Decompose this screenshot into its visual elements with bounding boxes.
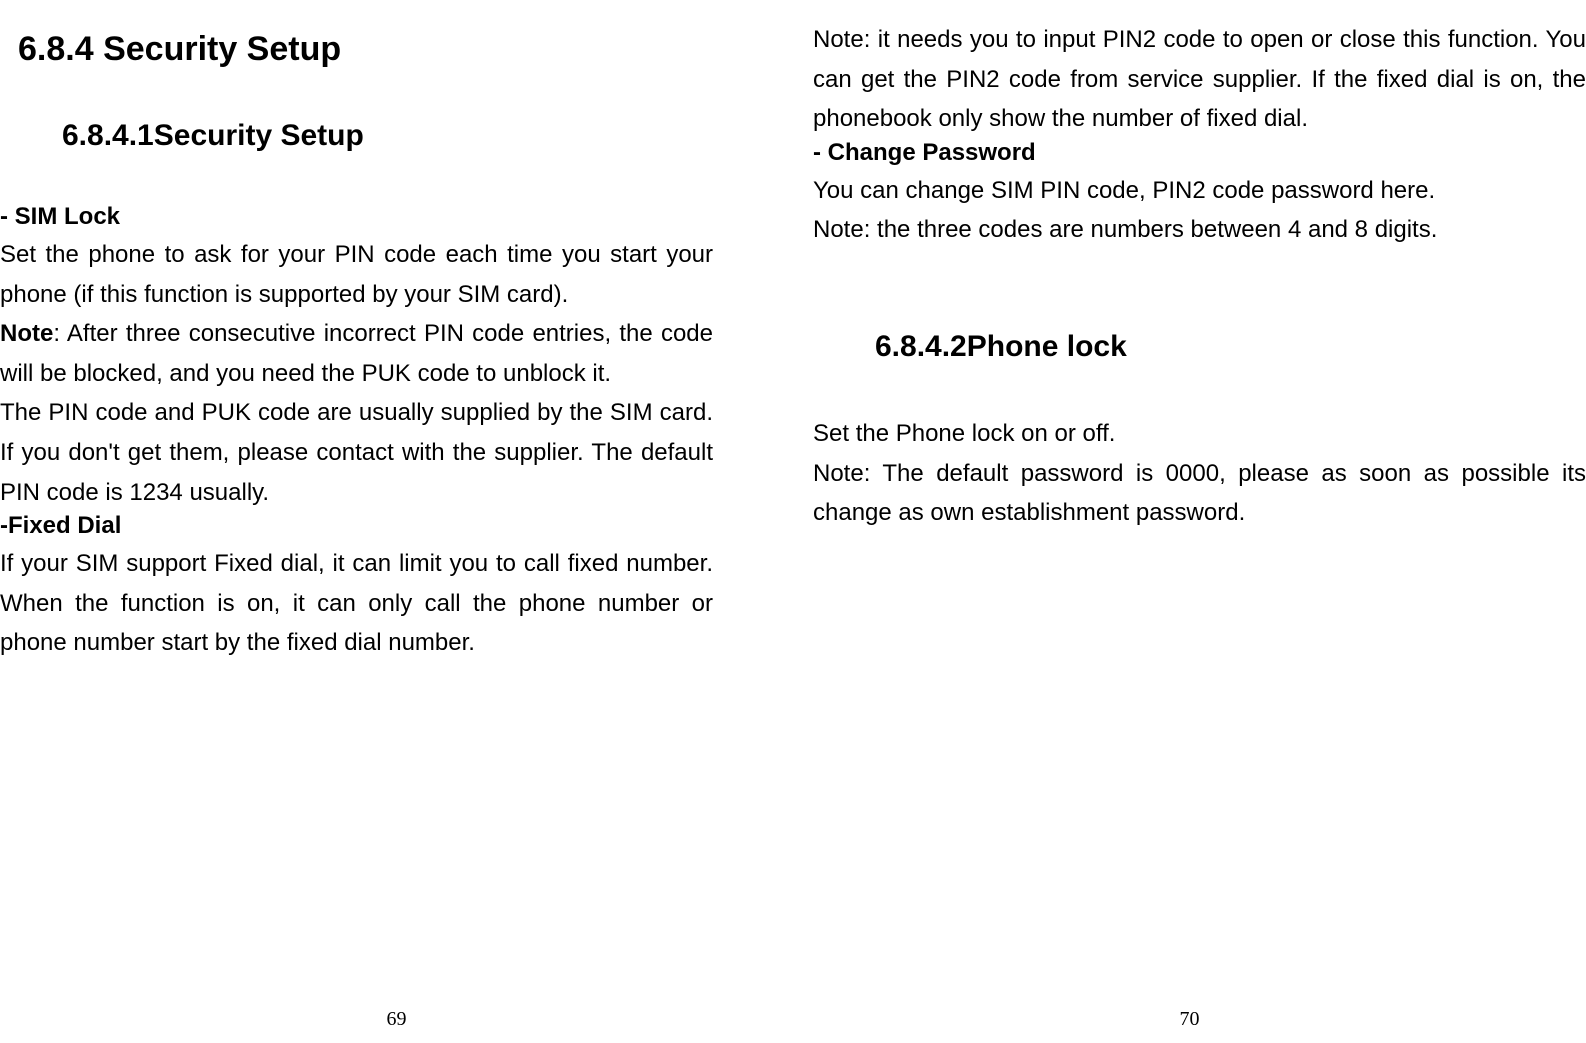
right-content: Note: it needs you to input PIN2 code to… (813, 20, 1586, 1033)
sim-lock-para1: Set the phone to ask for your PIN code e… (0, 235, 713, 314)
heading-section-6-8-4: 6.8.4 Security Setup (0, 30, 713, 69)
note-label: Note (0, 320, 53, 347)
heading-section-6-8-4-2: 6.8.4.2Phone lock (813, 330, 1586, 364)
phone-lock-para2: Note: The default password is 0000, plea… (813, 454, 1586, 533)
page-number-left: 69 (387, 1008, 407, 1031)
change-password-heading: - Change Password (813, 139, 1586, 167)
fixed-dial-heading: -Fixed Dial (0, 512, 713, 540)
right-page: Note: it needs you to input PIN2 code to… (793, 0, 1586, 1043)
sim-lock-note: Note: After three consecutive incorrect … (0, 314, 713, 393)
fixed-dial-para1: If your SIM support Fixed dial, it can l… (0, 544, 713, 663)
change-password-para2: Note: the three codes are numbers betwee… (813, 210, 1586, 250)
sim-lock-heading: - SIM Lock (0, 203, 713, 231)
sim-lock-note-text: : After three consecutive incorrect PIN … (0, 320, 713, 387)
phone-lock-para1: Set the Phone lock on or off. (813, 414, 1586, 454)
sim-lock-para2: The PIN code and PUK code are usually su… (0, 393, 713, 512)
left-page: 6.8.4 Security Setup 6.8.4.1Security Set… (0, 0, 793, 1043)
change-password-para1: You can change SIM PIN code, PIN2 code p… (813, 171, 1586, 211)
page-number-right: 70 (1180, 1008, 1200, 1031)
fixed-dial-note: Note: it needs you to input PIN2 code to… (813, 20, 1586, 139)
heading-section-6-8-4-1: 6.8.4.1Security Setup (0, 119, 713, 153)
left-content: 6.8.4 Security Setup 6.8.4.1Security Set… (0, 20, 713, 1033)
